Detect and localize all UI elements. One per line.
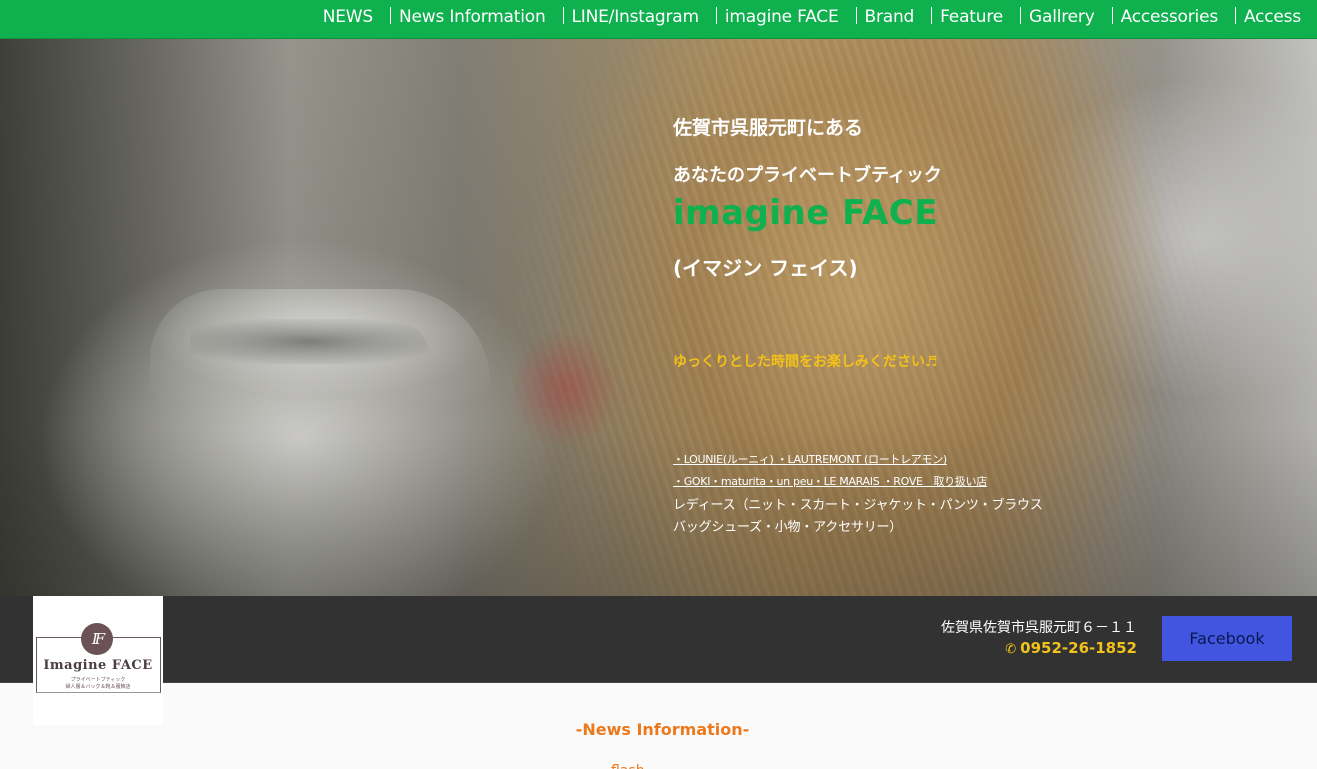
site-logo[interactable]: IF Imagine FACE プライベートブティック 婦人服＆バッグ＆靴＆服飾…: [33, 596, 163, 725]
hero-shade: [0, 39, 1317, 596]
nav-list: NEWS News Information LINE/Instagram ima…: [323, 0, 1301, 34]
nav-item-news[interactable]: NEWS: [323, 7, 399, 27]
hero-brands-link-2[interactable]: ・GOKI・maturita・un peu・LE MARAIS ・ROVE 取り…: [673, 473, 987, 489]
nav-item-feature[interactable]: Feature: [940, 7, 1029, 27]
logo-subtitle-2: 婦人服＆バッグ＆靴＆服飾店: [65, 684, 131, 690]
nav-item-accessories[interactable]: Accessories: [1121, 7, 1244, 27]
hero-brand-kana: (イマジン フェイス): [673, 256, 858, 280]
news-section-title: -News Information-: [575, 720, 750, 739]
store-phone[interactable]: ✆ 0952-26-1852: [1005, 639, 1137, 657]
hero-boutique-text: あなたのプライベートブティック: [673, 165, 942, 186]
hero-tagline: ゆっくりとした時間をお楽しみください♬: [673, 354, 938, 370]
nav-item-gallery[interactable]: Gallrery: [1029, 7, 1121, 27]
store-address: 佐賀県佐賀市呉服元町６－１１: [941, 620, 1137, 636]
hero-brands-link-1[interactable]: ・LOUNIE(ルーニィ) ・LAUTREMONT (ロートレアモン): [673, 451, 947, 467]
hero-items-text-2: バッグシューズ・小物・アクセサリー）: [673, 520, 903, 535]
logo-monogram-icon: IF: [81, 623, 113, 655]
phone-number: 0952-26-1852: [1020, 639, 1137, 657]
phone-icon: ✆: [1005, 642, 1017, 657]
nav-item-access[interactable]: Access: [1244, 7, 1301, 27]
facebook-button[interactable]: Facebook: [1162, 616, 1292, 661]
hero-banner: 佐賀市呉服元町にある あなたのプライベートブティック imagine FACE …: [0, 39, 1317, 596]
hero-location-text: 佐賀市呉服元町にある: [673, 117, 864, 139]
nav-item-line-instagram[interactable]: LINE/Instagram: [572, 7, 725, 27]
hero-items-text-1: レディース（ニット・スカート・ジャケット・パンツ・ブラウス: [673, 498, 1043, 513]
nav-item-brand[interactable]: Brand: [865, 7, 941, 27]
logo-name: Imagine FACE: [43, 658, 153, 673]
logo-subtitle-1: プライベートブティック: [70, 677, 126, 683]
hero-brand-title: imagine FACE: [673, 193, 938, 233]
nav-item-news-information[interactable]: News Information: [399, 7, 572, 27]
news-cutoff-text: flash…: [611, 760, 681, 769]
top-nav: NEWS News Information LINE/Instagram ima…: [0, 0, 1317, 39]
nav-item-imagine-face[interactable]: imagine FACE: [725, 7, 865, 27]
